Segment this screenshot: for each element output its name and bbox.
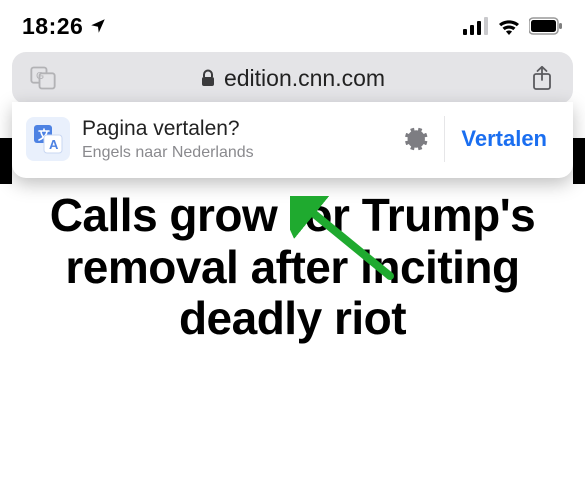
google-translate-icon: A	[26, 117, 70, 161]
status-right	[463, 17, 563, 35]
address-bar-container: G edition.cnn.com	[0, 48, 585, 104]
gear-icon[interactable]	[394, 125, 438, 153]
cellular-signal-icon	[463, 17, 489, 35]
popup-divider	[444, 116, 445, 162]
battery-icon	[529, 17, 563, 35]
address-bar-url[interactable]: edition.cnn.com	[70, 65, 515, 92]
article-headline-container: Calls grow for Trump's removal after inc…	[0, 178, 585, 345]
url-text: edition.cnn.com	[224, 65, 385, 92]
status-bar: 18:26	[0, 0, 585, 48]
translate-popup-subtitle: Engels naar Nederlands	[82, 143, 394, 162]
translate-popup: A Pagina vertalen? Engels naar Nederland…	[12, 102, 573, 178]
translate-popup-title: Pagina vertalen?	[82, 116, 394, 141]
svg-text:A: A	[49, 137, 59, 152]
location-icon	[89, 17, 107, 35]
share-icon[interactable]	[525, 65, 559, 91]
translate-reader-icon[interactable]: G	[26, 61, 60, 95]
svg-text:G: G	[36, 70, 44, 82]
address-bar[interactable]: G edition.cnn.com	[12, 52, 573, 104]
translate-popup-text: Pagina vertalen? Engels naar Nederlands	[82, 116, 394, 162]
wifi-icon	[497, 17, 521, 35]
status-left: 18:26	[22, 13, 107, 40]
translate-button[interactable]: Vertalen	[449, 126, 563, 152]
lock-icon	[200, 69, 216, 87]
article-headline: Calls grow for Trump's removal after inc…	[28, 190, 557, 345]
status-time: 18:26	[22, 13, 83, 40]
